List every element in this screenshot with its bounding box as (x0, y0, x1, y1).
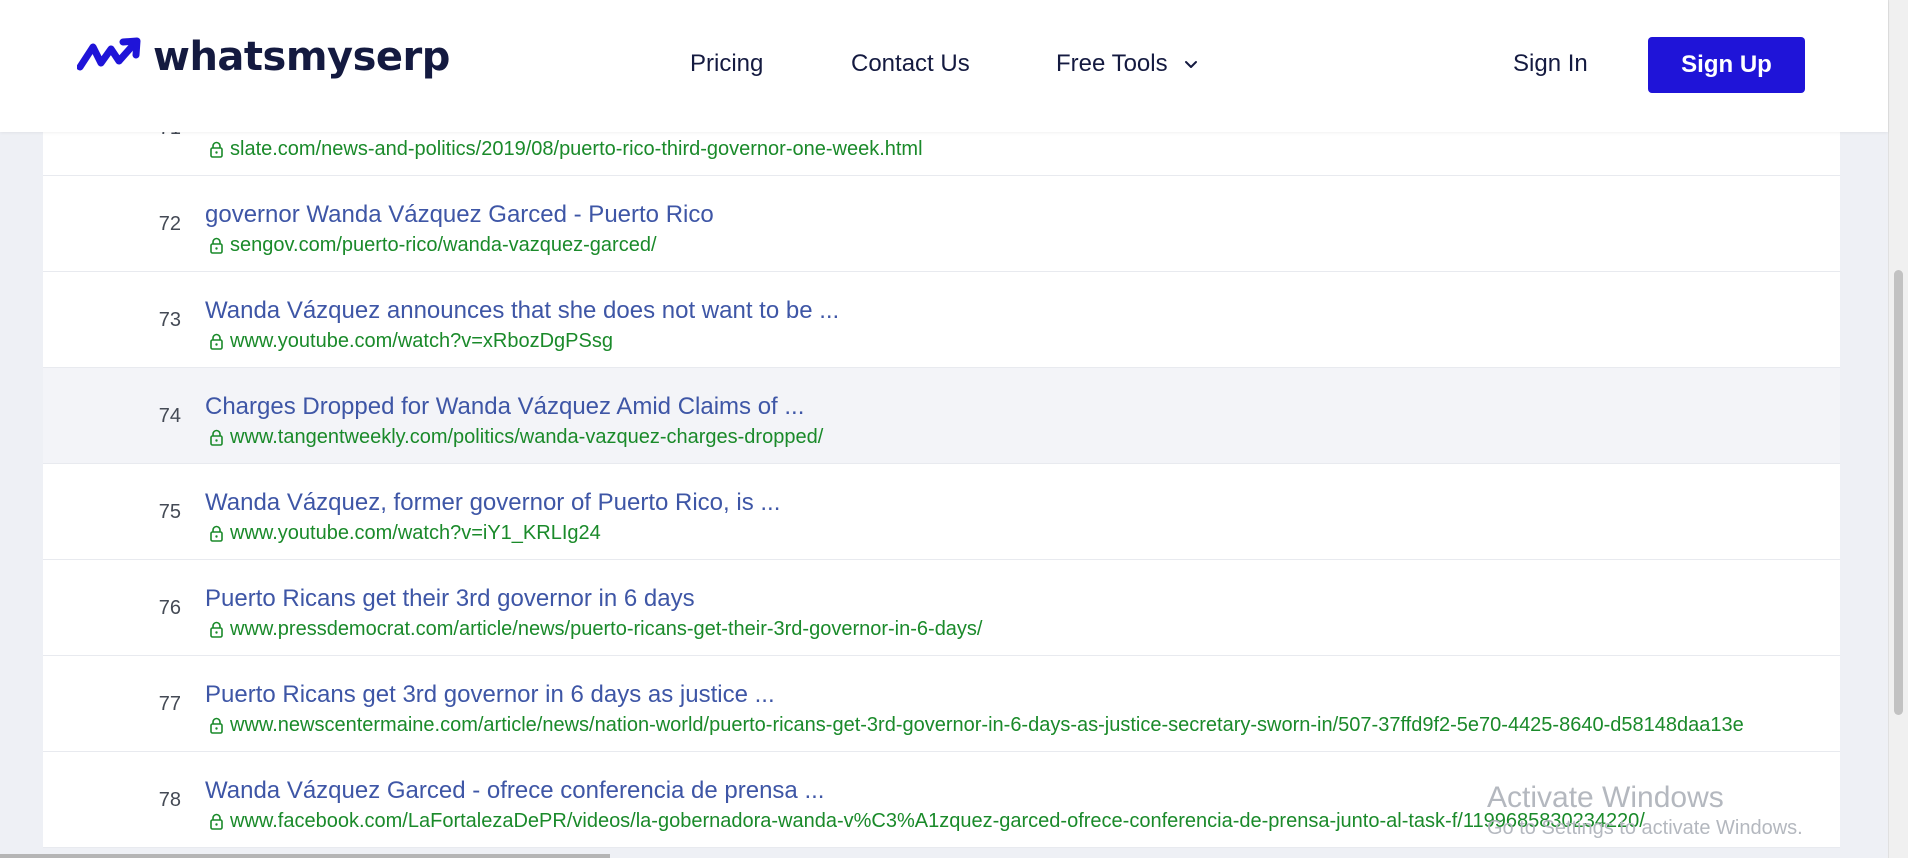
result-rank: 78 (158, 789, 181, 811)
result-row: 72 governor Wanda Vázquez Garced - Puerto… (43, 176, 1840, 272)
result-url-line[interactable]: www.newscentermaine.com/article/news/nat… (209, 714, 1744, 737)
logo-text: whatsmyserp (153, 34, 450, 80)
result-url-line[interactable]: www.pressdemocrat.com/article/news/puert… (209, 618, 983, 641)
lock-icon (210, 717, 223, 734)
lock-icon (210, 525, 223, 542)
lock-icon (210, 237, 223, 254)
result-row: 74 Charges Dropped for Wanda Vázquez Amid… (43, 368, 1840, 464)
result-url: sengov.com/puerto-rico/wanda-vazquez-gar… (230, 234, 657, 256)
horizontal-scrollbar[interactable] (0, 854, 610, 858)
scrollbar-thumb[interactable] (1894, 270, 1903, 715)
result-rank: 73 (158, 309, 181, 331)
result-url: www.pressdemocrat.com/article/news/puert… (230, 618, 983, 640)
results-list: 71slate.com/news-and-politics/2019/08/pu… (43, 80, 1840, 848)
result-title-link[interactable]: Wanda Vázquez announces that she does no… (205, 297, 839, 325)
result-title-link[interactable]: Wanda Vázquez, former governor of Puerto… (205, 489, 780, 517)
result-url-line[interactable]: www.youtube.com/watch?v=iY1_KRLIg24 (209, 522, 601, 545)
result-title-link[interactable]: Puerto Ricans get their 3rd governor in … (205, 585, 695, 613)
result-row: 76 Puerto Ricans get their 3rd governor i… (43, 560, 1840, 656)
result-rank: 72 (158, 213, 181, 235)
result-url: slate.com/news-and-politics/2019/08/puer… (230, 138, 923, 160)
result-title-link[interactable]: Charges Dropped for Wanda Vázquez Amid C… (205, 393, 804, 421)
result-url-line[interactable]: www.facebook.com/LaFortalezaDePR/videos/… (209, 810, 1645, 833)
result-title-link[interactable]: Wanda Vázquez Garced - ofrece conferenci… (205, 777, 824, 805)
result-url: www.youtube.com/watch?v=iY1_KRLIg24 (230, 522, 601, 544)
result-url-line[interactable]: sengov.com/puerto-rico/wanda-vazquez-gar… (209, 234, 657, 257)
result-row: 73 Wanda Vázquez announces that she does … (43, 272, 1840, 368)
result-title-link[interactable]: Puerto Ricans get 3rd governor in 6 days… (205, 681, 775, 709)
lock-icon (210, 141, 223, 158)
result-title-link[interactable]: governor Wanda Vázquez Garced - Puerto R… (205, 201, 714, 229)
lock-icon (210, 621, 223, 638)
result-url-line[interactable]: slate.com/news-and-politics/2019/08/puer… (209, 138, 923, 161)
lock-icon (210, 813, 223, 830)
result-url: www.tangentweekly.com/politics/wanda-vaz… (230, 426, 824, 448)
logo-icon (77, 37, 141, 71)
site-header: whatsmyserp Pricing Contact Us Free Tool… (0, 0, 1888, 132)
result-url-line[interactable]: www.youtube.com/watch?v=xRbozDgPSsg (209, 330, 613, 353)
result-rank: 77 (158, 693, 181, 715)
nav-free-tools-label: Free Tools (1056, 50, 1168, 77)
result-url-line[interactable]: www.tangentweekly.com/politics/wanda-vaz… (209, 426, 823, 449)
logo[interactable]: whatsmyserp (77, 34, 450, 80)
result-row: 78 Wanda Vázquez Garced - ofrece conferen… (43, 752, 1840, 848)
lock-icon (210, 333, 223, 350)
result-url: www.facebook.com/LaFortalezaDePR/videos/… (230, 810, 1645, 832)
result-row: 75 Wanda Vázquez, former governor of Puer… (43, 464, 1840, 560)
chevron-down-icon (1184, 61, 1197, 68)
nav-pricing[interactable]: Pricing (690, 50, 763, 78)
result-url: www.youtube.com/watch?v=xRbozDgPSsg (230, 330, 613, 352)
nav-free-tools[interactable]: Free Tools (1056, 50, 1200, 78)
result-row: 77 Puerto Ricans get 3rd governor in 6 da… (43, 656, 1840, 752)
result-url: www.newscentermaine.com/article/news/nat… (230, 714, 1744, 736)
sign-up-button[interactable]: Sign Up (1648, 37, 1805, 93)
result-rank: 74 (158, 405, 181, 427)
lock-icon (210, 429, 223, 446)
result-rank: 75 (158, 501, 181, 523)
sign-in-link[interactable]: Sign In (1513, 50, 1588, 78)
nav-contact-us[interactable]: Contact Us (851, 50, 970, 78)
result-rank: 76 (158, 597, 181, 619)
vertical-scrollbar[interactable] (1888, 0, 1908, 858)
